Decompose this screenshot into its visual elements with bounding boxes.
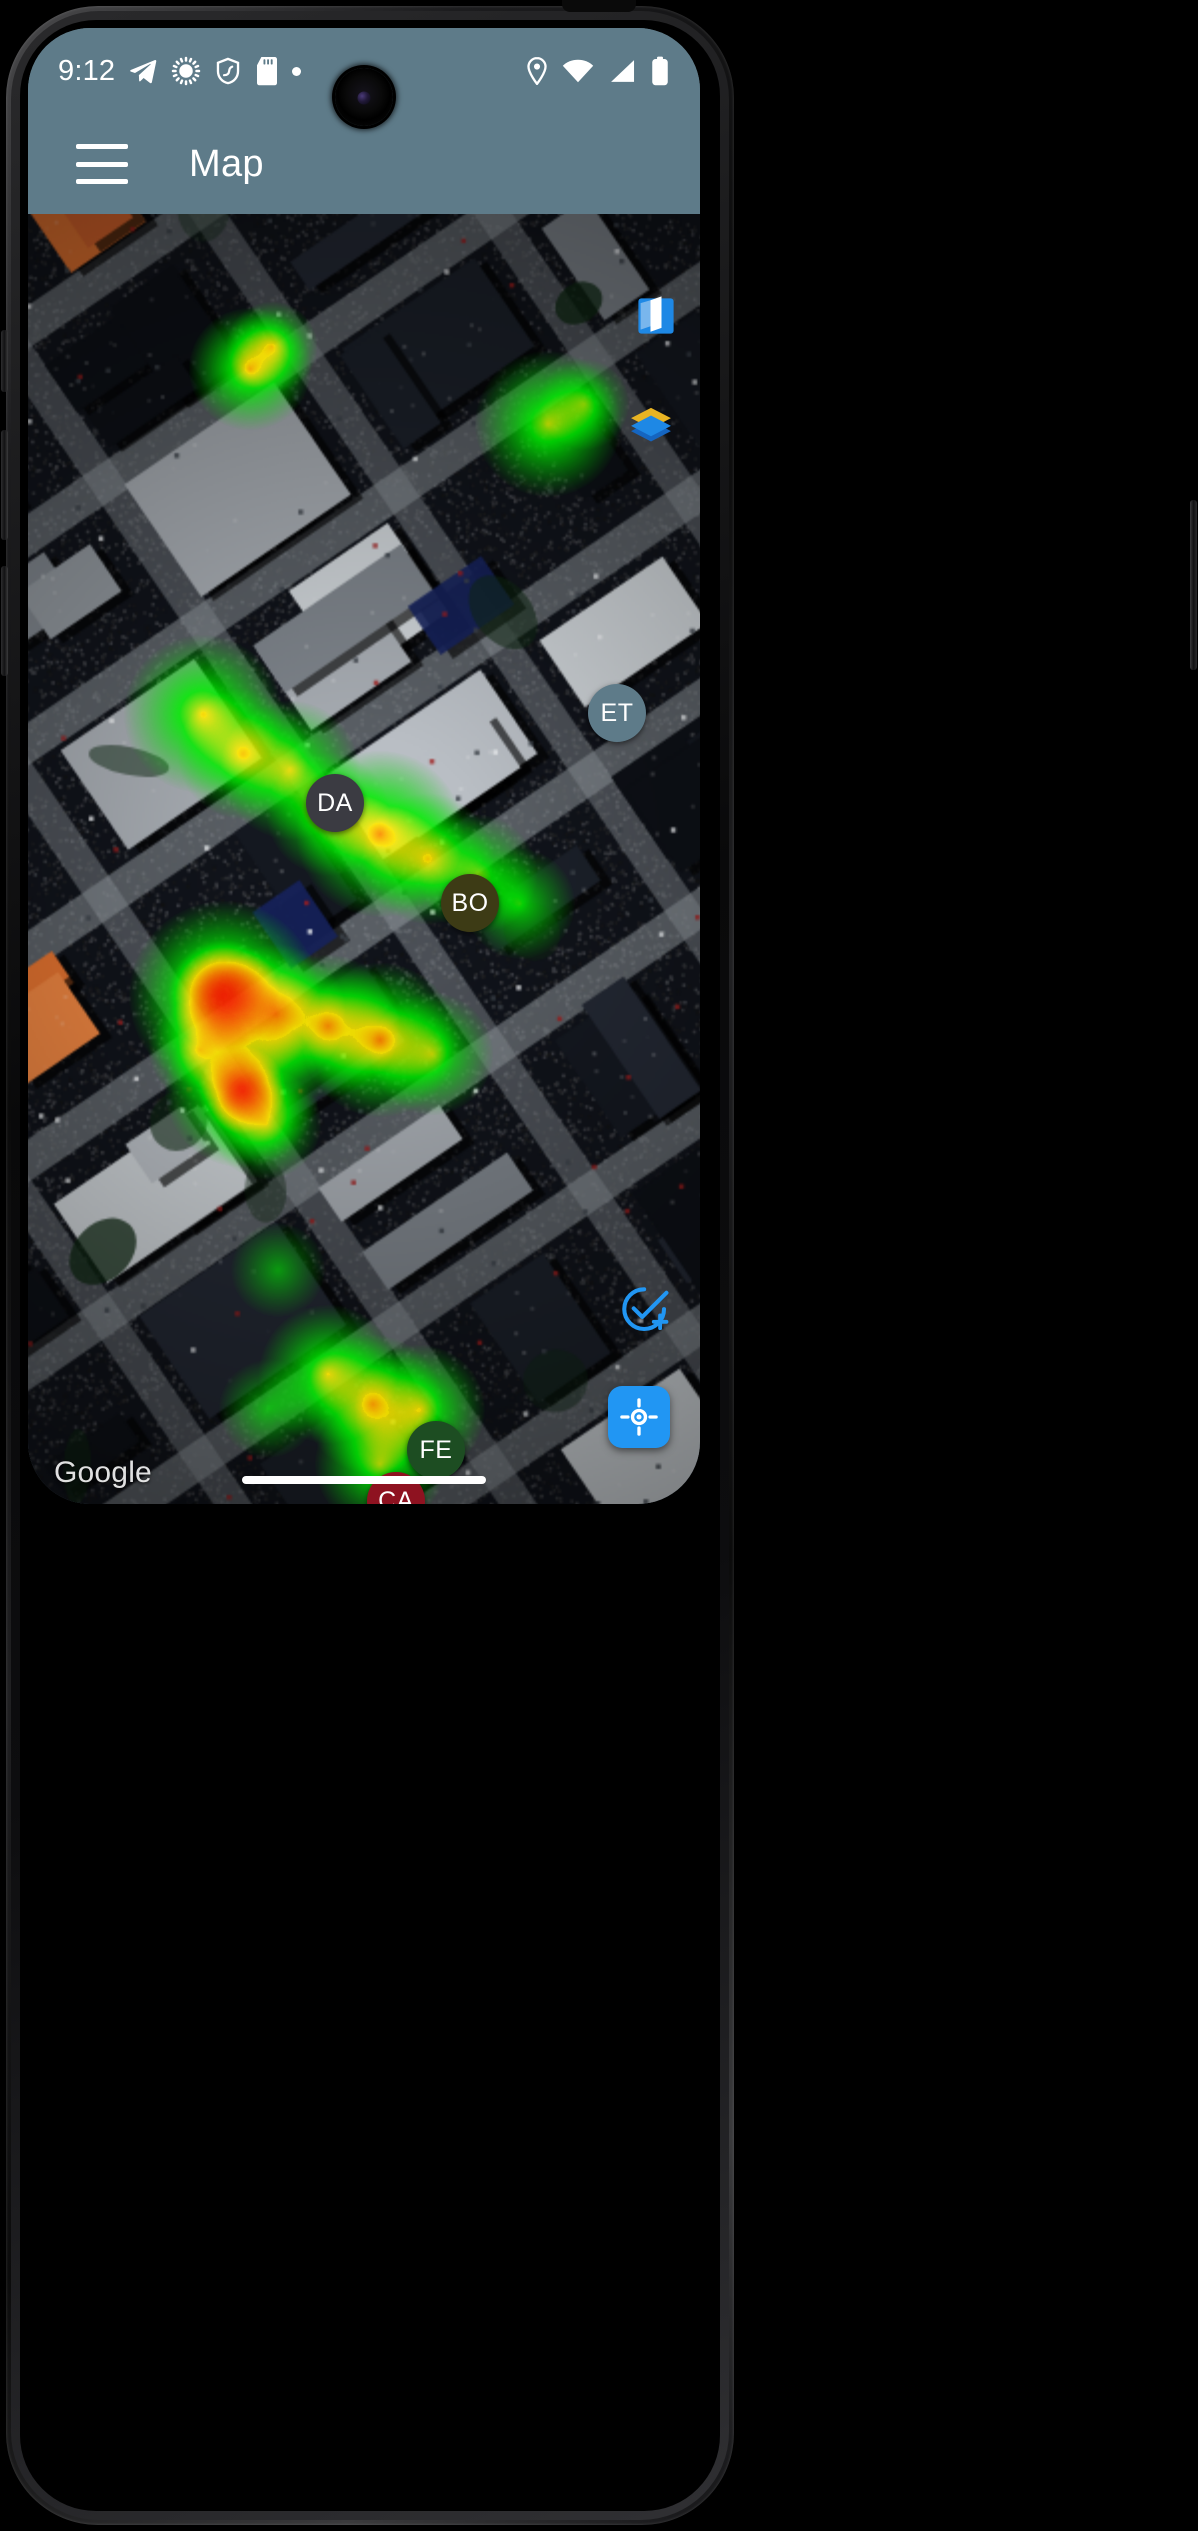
- shield-icon: [214, 56, 242, 86]
- my-location-button[interactable]: [608, 1386, 670, 1448]
- layers-icon[interactable]: [628, 404, 674, 451]
- screenshot-root: 9:12 Map ET DA BO FE CA Google: [0, 0, 1198, 2531]
- hamburger-menu-icon[interactable]: [76, 144, 128, 184]
- map-marker-label: BO: [451, 888, 489, 917]
- app-bar: Map: [28, 114, 700, 214]
- status-bar-right: [526, 56, 670, 86]
- page-title: Map: [189, 142, 264, 185]
- map-marker-label: FE: [419, 1435, 453, 1464]
- power-button[interactable]: [1190, 500, 1197, 670]
- map-marker-label: CA: [378, 1486, 414, 1505]
- battery-icon: [650, 56, 670, 86]
- silent-switch[interactable]: [1, 330, 8, 392]
- map-marker-label: DA: [317, 788, 353, 817]
- map-type-icon[interactable]: [634, 294, 678, 343]
- google-attribution: Google: [54, 1456, 152, 1489]
- dot-icon: [292, 66, 302, 76]
- home-indicator[interactable]: [242, 1476, 486, 1484]
- map-marker-bo[interactable]: BO: [441, 874, 499, 932]
- sd-card-icon: [255, 56, 279, 86]
- map-marker-fe[interactable]: FE: [407, 1421, 465, 1479]
- map-view[interactable]: ET DA BO FE CA Google: [28, 214, 700, 1504]
- volume-down-button[interactable]: [1, 566, 8, 676]
- check-plus-icon[interactable]: [620, 1285, 672, 1342]
- map-marker-label: ET: [600, 698, 634, 727]
- map-marker-et[interactable]: ET: [588, 684, 646, 742]
- front-camera-punch-hole: [335, 68, 393, 126]
- phone-screen: 9:12 Map ET DA BO FE CA Google: [28, 28, 700, 1504]
- map-marker-da[interactable]: DA: [306, 774, 364, 832]
- phone-top-antenna-tab: [562, 0, 636, 12]
- gear-icon: [171, 56, 201, 86]
- status-bar-left: 9:12: [58, 54, 302, 88]
- wifi-icon: [562, 58, 594, 84]
- telegram-icon: [128, 56, 158, 86]
- cellular-signal-icon: [608, 58, 636, 84]
- volume-up-button[interactable]: [1, 430, 8, 540]
- heatmap-overlay: [28, 214, 700, 1504]
- status-bar-clock: 9:12: [58, 54, 116, 87]
- location-pin-icon: [526, 57, 548, 85]
